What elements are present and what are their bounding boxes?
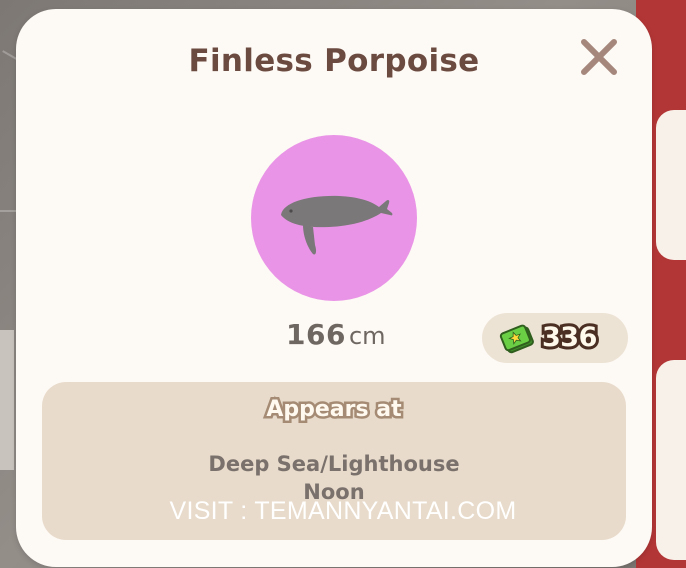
background-card bbox=[656, 110, 686, 260]
price-badge: 336 bbox=[482, 313, 628, 363]
background-strip bbox=[0, 330, 14, 470]
money-icon bbox=[499, 324, 534, 354]
background-card bbox=[656, 360, 686, 560]
appears-at-panel: Appears at Deep Sea/Lighthouse Noon bbox=[42, 382, 626, 540]
size-value: 166 bbox=[286, 318, 346, 351]
porpoise-icon bbox=[281, 195, 393, 255]
close-button[interactable] bbox=[578, 36, 620, 78]
close-icon bbox=[581, 39, 617, 75]
appears-heading: Appears at bbox=[264, 395, 404, 425]
appears-time: Noon bbox=[303, 480, 365, 504]
appears-location: Deep Sea/Lighthouse bbox=[208, 452, 460, 476]
creature-name: Finless Porpoise bbox=[188, 43, 480, 79]
creature-image bbox=[251, 135, 417, 301]
creature-detail-modal: Finless Porpoise 166 cm 336 Appears at De… bbox=[16, 9, 652, 567]
price-value: 336 bbox=[539, 319, 600, 356]
size-unit: cm bbox=[348, 322, 386, 350]
creature-size: 166 cm bbox=[286, 318, 386, 351]
